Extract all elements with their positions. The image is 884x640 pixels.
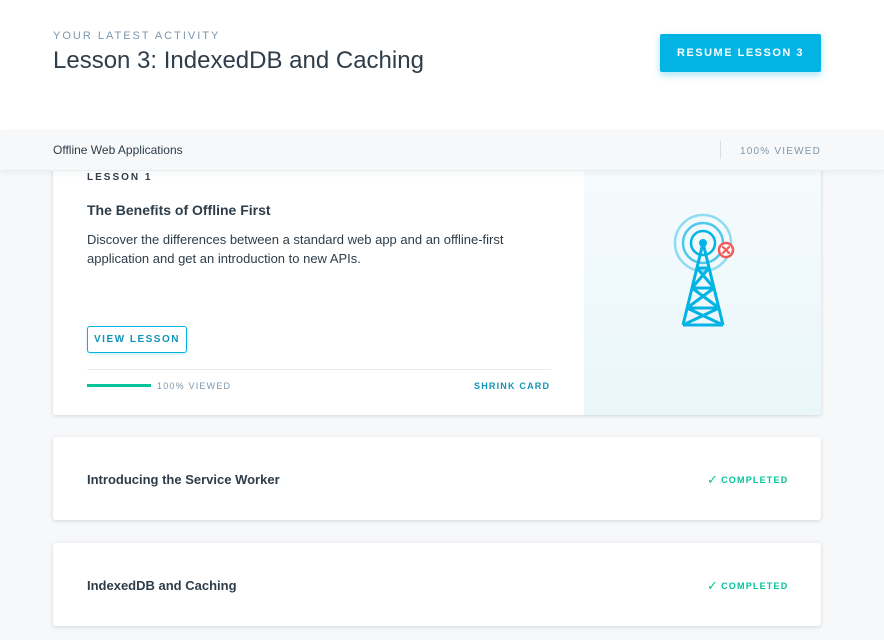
- activity-eyebrow: YOUR LATEST ACTIVITY: [53, 30, 221, 42]
- lesson-description: Discover the differences between a stand…: [87, 232, 504, 266]
- completed-label: COMPLETED: [721, 581, 789, 591]
- lesson-illustration: [584, 150, 821, 415]
- shrink-card-link[interactable]: SHRINK CARD: [474, 381, 550, 391]
- course-title: Offline Web Applications: [53, 143, 183, 157]
- check-icon: ✓: [707, 472, 720, 487]
- lesson-card-expanded: LESSON 1 The Benefits of Offline First D…: [53, 150, 821, 415]
- lesson-row-title: Introducing the Service Worker: [87, 472, 280, 487]
- card-divider: [87, 369, 551, 370]
- view-lesson-button[interactable]: VIEW LESSON: [87, 326, 187, 353]
- lesson-progress-fill: [87, 384, 151, 387]
- course-subbar: Offline Web Applications 100% VIEWED: [0, 130, 884, 171]
- radio-tower-offline-icon: [673, 213, 735, 327]
- lesson-row[interactable]: Introducing the Service Worker ✓ COMPLET…: [53, 437, 821, 520]
- lesson-number: LESSON 1: [87, 172, 153, 183]
- check-icon: ✓: [707, 578, 720, 593]
- course-viewed-status: 100% VIEWED: [740, 146, 822, 157]
- lesson-row[interactable]: IndexedDB and Caching ✓ COMPLETED: [53, 543, 821, 626]
- lesson-progress-bar: [87, 384, 151, 387]
- lesson-row-status: ✓ COMPLETED: [707, 578, 788, 594]
- lesson-row-title: IndexedDB and Caching: [87, 578, 237, 593]
- lesson-title: The Benefits of Offline First: [87, 202, 271, 218]
- activity-header: YOUR LATEST ACTIVITY Lesson 3: IndexedDB…: [0, 0, 884, 130]
- page-title: Lesson 3: IndexedDB and Caching: [53, 47, 424, 74]
- subbar-divider: [720, 141, 721, 159]
- lesson-row-status: ✓ COMPLETED: [707, 472, 788, 488]
- resume-lesson-button[interactable]: RESUME LESSON 3: [660, 34, 821, 72]
- completed-label: COMPLETED: [721, 475, 789, 485]
- lesson-progress-label: 100% VIEWED: [157, 381, 232, 391]
